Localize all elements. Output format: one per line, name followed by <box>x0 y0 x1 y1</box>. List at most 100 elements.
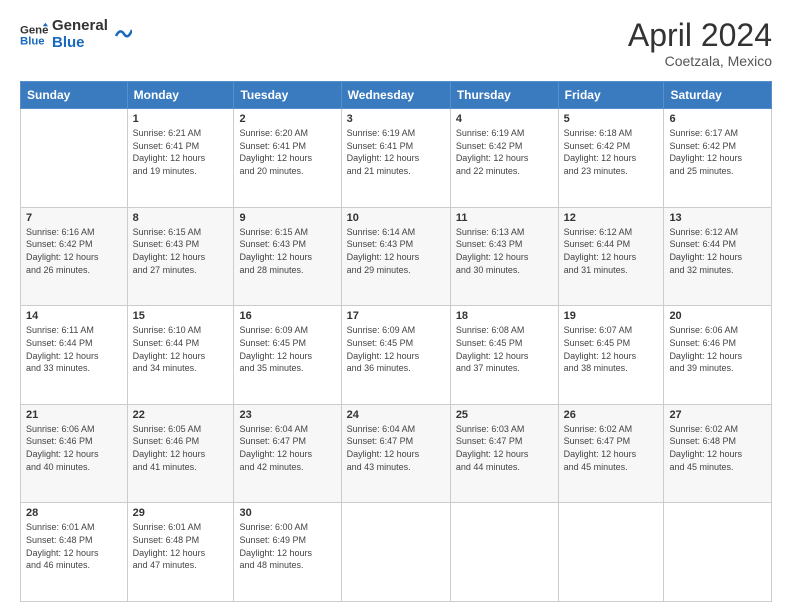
day-number: 14 <box>26 310 122 322</box>
day-info: Sunrise: 6:08 AM Sunset: 6:45 PM Dayligh… <box>456 324 553 374</box>
day-number: 28 <box>26 507 122 519</box>
day-info: Sunrise: 6:07 AM Sunset: 6:45 PM Dayligh… <box>564 324 659 374</box>
day-info: Sunrise: 6:13 AM Sunset: 6:43 PM Dayligh… <box>456 226 553 276</box>
day-info: Sunrise: 6:05 AM Sunset: 6:46 PM Dayligh… <box>133 423 229 473</box>
day-info: Sunrise: 6:11 AM Sunset: 6:44 PM Dayligh… <box>26 324 122 374</box>
calendar-cell: 25 Sunrise: 6:03 AM Sunset: 6:47 PM Dayli… <box>450 404 558 503</box>
day-number: 11 <box>456 212 553 224</box>
calendar-cell: 19 Sunrise: 6:07 AM Sunset: 6:45 PM Dayli… <box>558 306 664 405</box>
logo-wave-icon <box>114 20 132 42</box>
day-number: 10 <box>347 212 445 224</box>
day-info: Sunrise: 6:00 AM Sunset: 6:49 PM Dayligh… <box>239 521 335 571</box>
calendar-cell: 5 Sunrise: 6:18 AM Sunset: 6:42 PM Daylig… <box>558 109 664 208</box>
calendar-cell: 8 Sunrise: 6:15 AM Sunset: 6:43 PM Daylig… <box>127 207 234 306</box>
calendar-cell: 6 Sunrise: 6:17 AM Sunset: 6:42 PM Daylig… <box>664 109 772 208</box>
calendar-cell: 20 Sunrise: 6:06 AM Sunset: 6:46 PM Dayli… <box>664 306 772 405</box>
day-number: 3 <box>347 113 445 125</box>
calendar-cell: 1Sunrise: 6:21 AM Sunset: 6:41 PM Daylig… <box>127 109 234 208</box>
day-info: Sunrise: 6:16 AM Sunset: 6:42 PM Dayligh… <box>26 226 122 276</box>
header: General Blue General Blue April 2024 Coe… <box>20 18 772 69</box>
calendar-cell <box>664 503 772 602</box>
calendar-cell: 23Sunrise: 6:04 AM Sunset: 6:47 PM Dayli… <box>234 404 341 503</box>
main-title: April 2024 <box>628 18 772 53</box>
day-number: 4 <box>456 113 553 125</box>
calendar-cell: 22 Sunrise: 6:05 AM Sunset: 6:46 PM Dayli… <box>127 404 234 503</box>
calendar-cell: 12 Sunrise: 6:12 AM Sunset: 6:44 PM Dayli… <box>558 207 664 306</box>
day-number: 26 <box>564 409 659 421</box>
day-info: Sunrise: 6:04 AM Sunset: 6:47 PM Dayligh… <box>347 423 445 473</box>
day-number: 24 <box>347 409 445 421</box>
day-number: 27 <box>669 409 766 421</box>
col-sunday: Sunday <box>21 82 128 109</box>
day-info: Sunrise: 6:20 AM Sunset: 6:41 PM Dayligh… <box>239 127 335 177</box>
day-info: Sunrise: 6:03 AM Sunset: 6:47 PM Dayligh… <box>456 423 553 473</box>
day-number: 7 <box>26 212 122 224</box>
day-info: Sunrise: 6:09 AM Sunset: 6:45 PM Dayligh… <box>347 324 445 374</box>
day-number: 15 <box>133 310 229 322</box>
day-info: Sunrise: 6:06 AM Sunset: 6:46 PM Dayligh… <box>26 423 122 473</box>
title-block: April 2024 Coetzala, Mexico <box>628 18 772 69</box>
day-info: Sunrise: 6:01 AM Sunset: 6:48 PM Dayligh… <box>26 521 122 571</box>
calendar-cell: 7 Sunrise: 6:16 AM Sunset: 6:42 PM Daylig… <box>21 207 128 306</box>
day-info: Sunrise: 6:17 AM Sunset: 6:42 PM Dayligh… <box>669 127 766 177</box>
day-info: Sunrise: 6:18 AM Sunset: 6:42 PM Dayligh… <box>564 127 659 177</box>
day-info: Sunrise: 6:02 AM Sunset: 6:48 PM Dayligh… <box>669 423 766 473</box>
day-info: Sunrise: 6:12 AM Sunset: 6:44 PM Dayligh… <box>564 226 659 276</box>
day-number: 18 <box>456 310 553 322</box>
day-number: 5 <box>564 113 659 125</box>
calendar-cell: 30 Sunrise: 6:00 AM Sunset: 6:49 PM Dayli… <box>234 503 341 602</box>
calendar-cell: 11 Sunrise: 6:13 AM Sunset: 6:43 PM Dayli… <box>450 207 558 306</box>
day-number: 1 <box>133 113 229 125</box>
day-info: Sunrise: 6:01 AM Sunset: 6:48 PM Dayligh… <box>133 521 229 571</box>
day-number: 17 <box>347 310 445 322</box>
day-info: Sunrise: 6:10 AM Sunset: 6:44 PM Dayligh… <box>133 324 229 374</box>
page: General Blue General Blue April 2024 Coe… <box>0 0 792 612</box>
col-friday: Friday <box>558 82 664 109</box>
col-saturday: Saturday <box>664 82 772 109</box>
day-number: 22 <box>133 409 229 421</box>
calendar-cell: 9 Sunrise: 6:15 AM Sunset: 6:43 PM Daylig… <box>234 207 341 306</box>
calendar-cell: 24 Sunrise: 6:04 AM Sunset: 6:47 PM Dayli… <box>341 404 450 503</box>
calendar-cell <box>341 503 450 602</box>
calendar-week-1: 1Sunrise: 6:21 AM Sunset: 6:41 PM Daylig… <box>21 109 772 208</box>
day-number: 21 <box>26 409 122 421</box>
header-row: Sunday Monday Tuesday Wednesday Thursday… <box>21 82 772 109</box>
calendar-cell: 10 Sunrise: 6:14 AM Sunset: 6:43 PM Dayli… <box>341 207 450 306</box>
day-info: Sunrise: 6:15 AM Sunset: 6:43 PM Dayligh… <box>133 226 229 276</box>
calendar-week-4: 21 Sunrise: 6:06 AM Sunset: 6:46 PM Dayli… <box>21 404 772 503</box>
col-tuesday: Tuesday <box>234 82 341 109</box>
logo: General Blue General Blue <box>20 18 132 51</box>
day-number: 9 <box>239 212 335 224</box>
subtitle: Coetzala, Mexico <box>628 53 772 69</box>
day-number: 13 <box>669 212 766 224</box>
day-number: 20 <box>669 310 766 322</box>
day-number: 2 <box>239 113 335 125</box>
day-info: Sunrise: 6:04 AM Sunset: 6:47 PM Dayligh… <box>239 423 335 473</box>
day-info: Sunrise: 6:15 AM Sunset: 6:43 PM Dayligh… <box>239 226 335 276</box>
col-monday: Monday <box>127 82 234 109</box>
calendar-week-2: 7 Sunrise: 6:16 AM Sunset: 6:42 PM Daylig… <box>21 207 772 306</box>
calendar-cell: 13 Sunrise: 6:12 AM Sunset: 6:44 PM Dayli… <box>664 207 772 306</box>
day-number: 30 <box>239 507 335 519</box>
day-number: 25 <box>456 409 553 421</box>
day-info: Sunrise: 6:12 AM Sunset: 6:44 PM Dayligh… <box>669 226 766 276</box>
col-wednesday: Wednesday <box>341 82 450 109</box>
day-info: Sunrise: 6:06 AM Sunset: 6:46 PM Dayligh… <box>669 324 766 374</box>
calendar-table: Sunday Monday Tuesday Wednesday Thursday… <box>20 81 772 602</box>
calendar-cell: 4 Sunrise: 6:19 AM Sunset: 6:42 PM Daylig… <box>450 109 558 208</box>
day-number: 8 <box>133 212 229 224</box>
calendar-cell: 26 Sunrise: 6:02 AM Sunset: 6:47 PM Dayli… <box>558 404 664 503</box>
logo-text-general: General <box>52 18 108 35</box>
day-number: 6 <box>669 113 766 125</box>
calendar-cell: 29Sunrise: 6:01 AM Sunset: 6:48 PM Dayli… <box>127 503 234 602</box>
day-number: 12 <box>564 212 659 224</box>
calendar-cell: 17 Sunrise: 6:09 AM Sunset: 6:45 PM Dayli… <box>341 306 450 405</box>
day-number: 19 <box>564 310 659 322</box>
day-info: Sunrise: 6:14 AM Sunset: 6:43 PM Dayligh… <box>347 226 445 276</box>
day-info: Sunrise: 6:02 AM Sunset: 6:47 PM Dayligh… <box>564 423 659 473</box>
calendar-cell: 27 Sunrise: 6:02 AM Sunset: 6:48 PM Dayli… <box>664 404 772 503</box>
day-info: Sunrise: 6:19 AM Sunset: 6:42 PM Dayligh… <box>456 127 553 177</box>
day-number: 16 <box>239 310 335 322</box>
calendar-cell: 16Sunrise: 6:09 AM Sunset: 6:45 PM Dayli… <box>234 306 341 405</box>
calendar-cell: 14 Sunrise: 6:11 AM Sunset: 6:44 PM Dayli… <box>21 306 128 405</box>
